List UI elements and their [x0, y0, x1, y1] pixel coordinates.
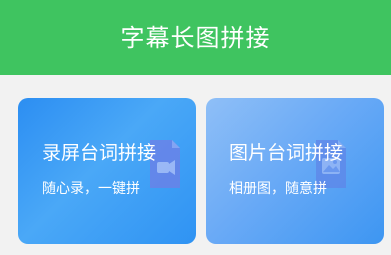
card-title: 图片台词拼接: [229, 142, 344, 164]
card-subtitle: 相册图，随意拼: [229, 181, 327, 197]
page-title: 字幕长图拼接: [120, 23, 271, 52]
image-stitch-card[interactable]: 图片台词拼接 相册图，随意拼: [206, 98, 384, 244]
card-title: 录屏台词拼接: [42, 142, 157, 164]
screen-recording-stitch-card[interactable]: 录屏台词拼接 随心录，一键拼: [18, 98, 196, 244]
app-header: 字幕长图拼接: [0, 0, 391, 75]
card-subtitle: 随心录，一键拼: [42, 181, 140, 197]
app-root: 字幕长图拼接 录屏台词拼接 随心录，一键拼 图片台词拼接 相册图，随意拼: [0, 0, 391, 255]
